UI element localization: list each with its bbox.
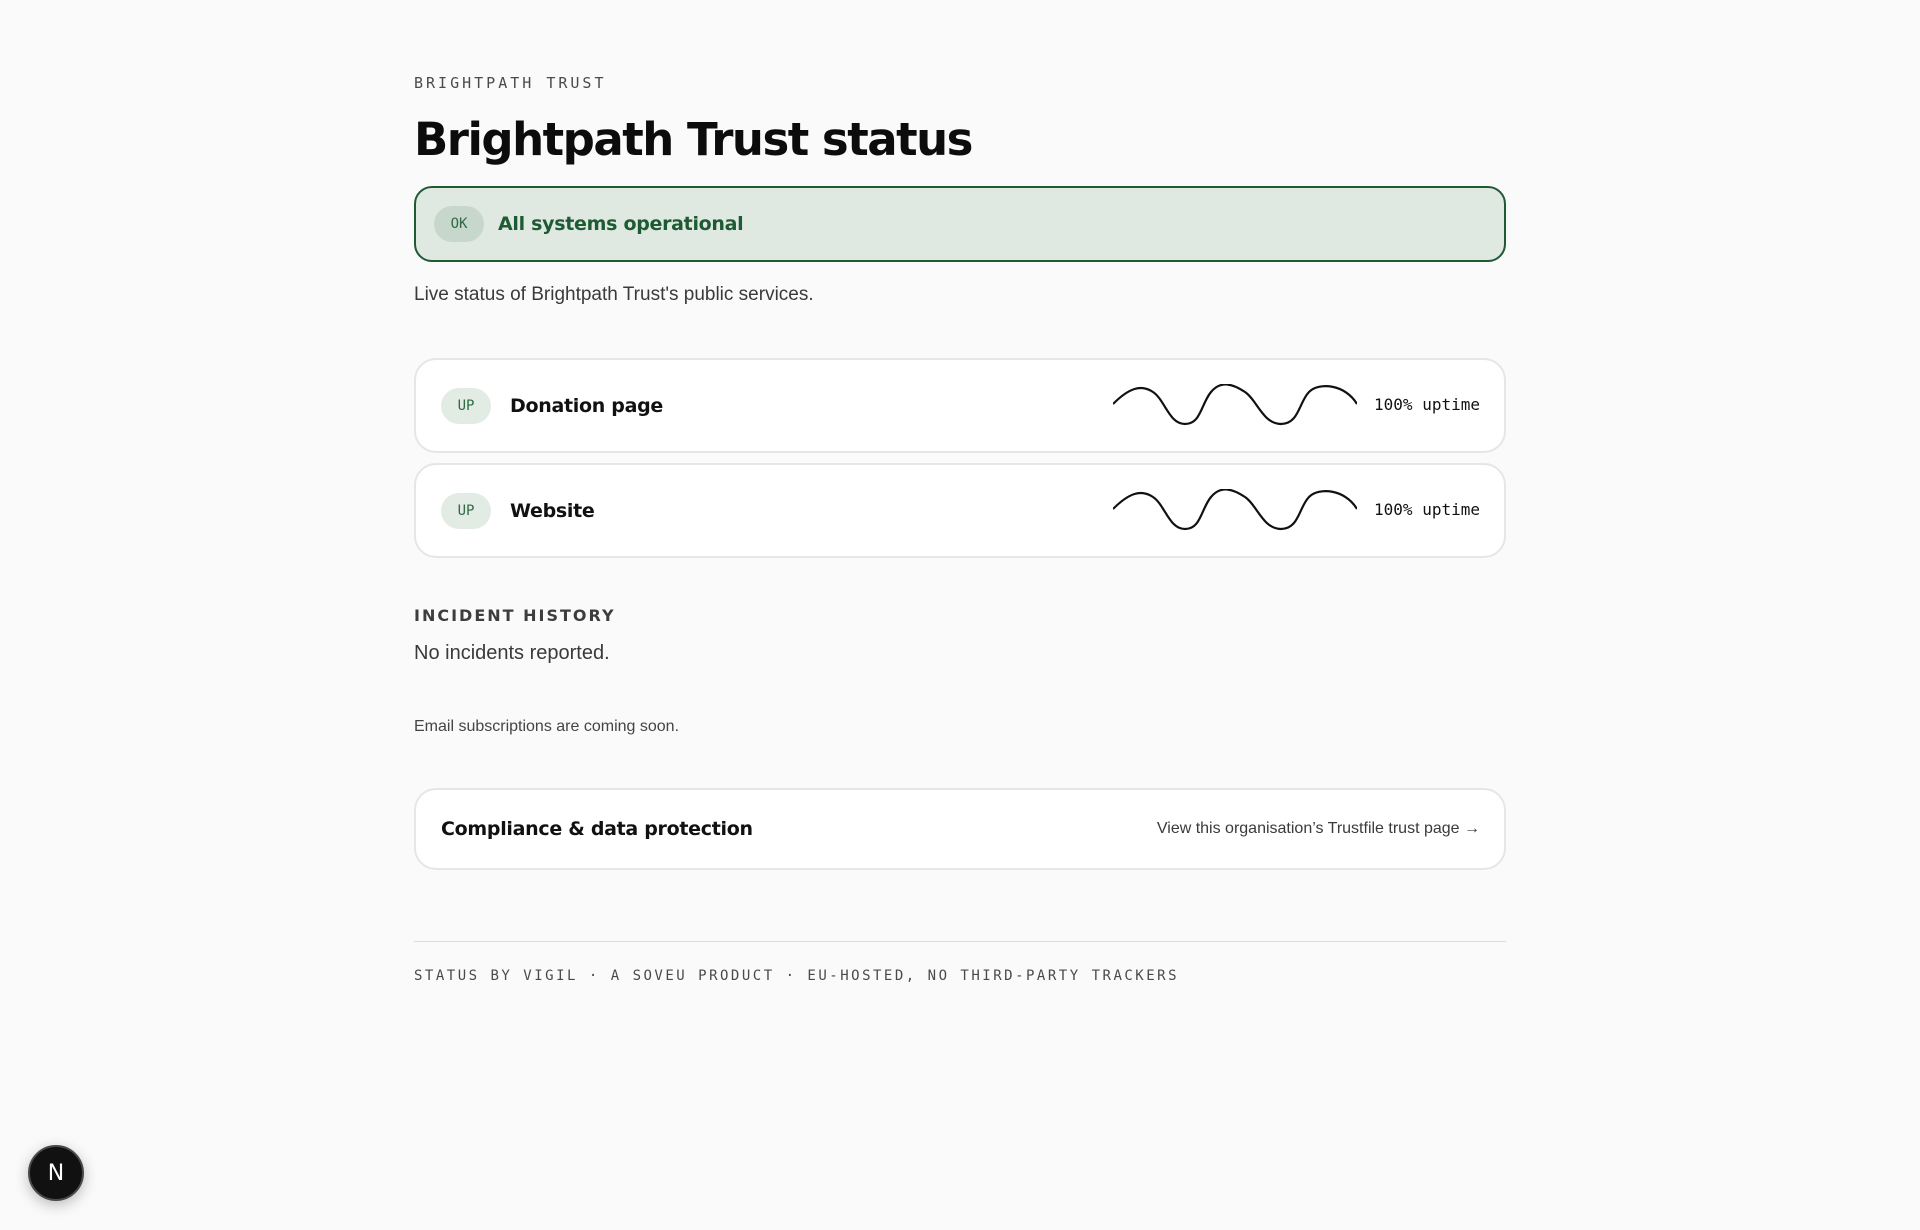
uptime-sparkline — [1113, 384, 1357, 426]
service-status-badge: UP — [441, 492, 491, 529]
trustfile-link[interactable]: View this organisation’s Trustfile trust… — [1157, 820, 1480, 838]
overall-status-banner: OK All systems operational — [414, 186, 1506, 262]
page-title: Brightpath Trust status — [414, 113, 973, 166]
page-subtitle: Live status of Brightpath Trust's public… — [414, 284, 814, 305]
service-name: Website — [510, 499, 595, 522]
status-badge: OK — [434, 206, 484, 242]
overall-status-text: All systems operational — [498, 213, 744, 235]
service-name: Donation page — [510, 394, 663, 417]
service-uptime: 100% uptime — [1374, 395, 1480, 414]
incident-history-heading: INCIDENT HISTORY — [414, 606, 616, 625]
service-status-badge: UP — [441, 387, 491, 424]
uptime-sparkline — [1113, 489, 1357, 531]
footer-divider — [414, 941, 1506, 942]
service-card-donation-page: UP Donation page 100% uptime — [414, 358, 1506, 453]
email-subscription-note: Email subscriptions are coming soon. — [414, 718, 680, 735]
service-card-website: UP Website 100% uptime — [414, 463, 1506, 558]
fab-label: N — [47, 1160, 65, 1186]
compliance-title: Compliance & data protection — [441, 818, 753, 840]
org-eyebrow: BRIGHTPATH TRUST — [414, 74, 607, 92]
footer-text: STATUS BY VIGIL · A SOVEU PRODUCT · EU-H… — [414, 968, 1180, 984]
compliance-card: Compliance & data protection View this o… — [414, 788, 1506, 870]
incident-empty-text: No incidents reported. — [414, 642, 610, 664]
service-uptime: 100% uptime — [1374, 500, 1480, 519]
next-logo-icon[interactable]: N — [28, 1145, 84, 1201]
